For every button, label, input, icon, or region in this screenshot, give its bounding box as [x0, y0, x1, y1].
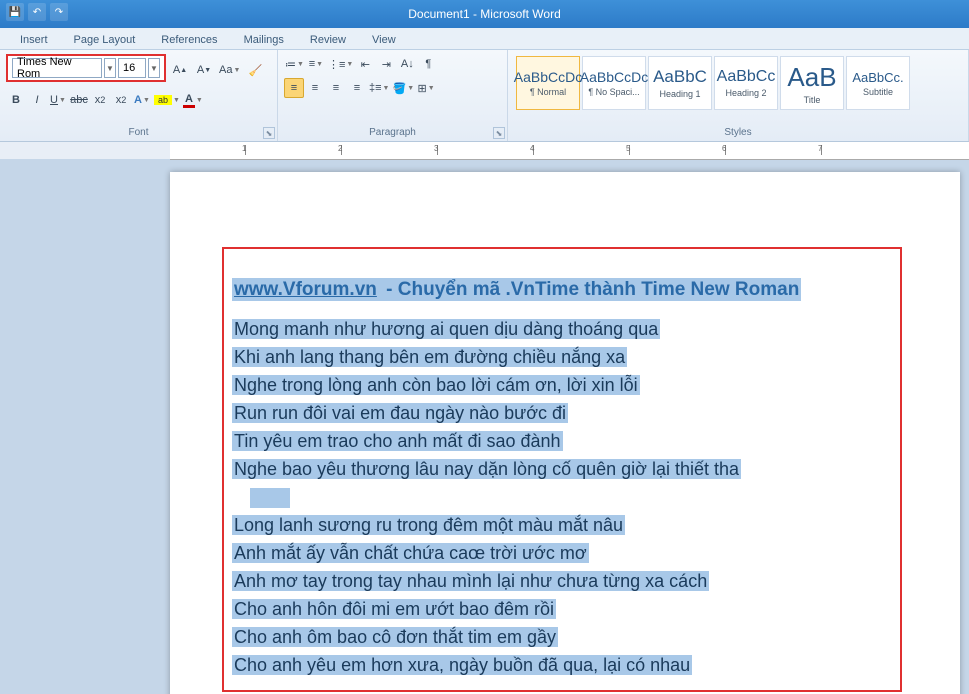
redo-icon[interactable]: ↷: [50, 3, 68, 21]
multilevel-list-button[interactable]: ⋮≡▼: [327, 54, 354, 74]
borders-button[interactable]: ⊞▼: [416, 78, 436, 98]
font-size-dropdown-icon[interactable]: ▼: [148, 58, 160, 78]
text-line: Cho anh hôn đôi mi em ướt bao đêm rồi: [232, 595, 892, 623]
style-item[interactable]: AaBTitle: [780, 56, 844, 110]
tab-view[interactable]: View: [360, 31, 408, 49]
numbering-button[interactable]: ≡▼: [306, 54, 326, 74]
decrease-indent-button[interactable]: ⇤: [355, 54, 375, 74]
align-left-button[interactable]: ≡: [284, 78, 304, 98]
shrink-font-button[interactable]: A▼: [194, 60, 214, 80]
paragraph-dialog-launcher-icon[interactable]: ⬊: [493, 127, 505, 139]
text-line: Nghe trong lòng anh còn bao lời cám ơn, …: [232, 371, 892, 399]
styles-gallery[interactable]: AaBbCcDc¶ NormalAaBbCcDc¶ No Spaci...AaB…: [514, 54, 962, 112]
tab-review[interactable]: Review: [298, 31, 358, 49]
style-item[interactable]: AaBbCcDc¶ No Spaci...: [582, 56, 646, 110]
styles-group-label: Styles: [514, 125, 962, 139]
font-dialog-launcher-icon[interactable]: ⬊: [263, 127, 275, 139]
paragraph-group-label: Paragraph: [284, 125, 501, 139]
style-item[interactable]: AaBbCcHeading 2: [714, 56, 778, 110]
text-line: Run run đôi vai em đau ngày nào bước đi: [232, 399, 892, 427]
increase-indent-button[interactable]: ⇥: [376, 54, 396, 74]
text-line: Anh mơ tay trong tay nhau mình lại như c…: [232, 567, 892, 595]
strikethrough-button[interactable]: abc: [69, 90, 89, 110]
font-name-dropdown-icon[interactable]: ▼: [104, 58, 116, 78]
font-name-combo[interactable]: Times New Rom: [12, 58, 102, 78]
text-line: Tin yêu em trao cho anh mất đi sao đành: [232, 427, 892, 455]
change-case-button[interactable]: Aa▼: [218, 60, 241, 80]
tab-page-layout[interactable]: Page Layout: [62, 31, 148, 49]
superscript-button[interactable]: x2: [111, 90, 131, 110]
style-item[interactable]: AaBbCc.Subtitle: [846, 56, 910, 110]
heading-rest: - Chuyển mã .VnTime thành Time New Roman: [379, 278, 801, 301]
font-color-button[interactable]: A▼: [182, 90, 204, 110]
shading-button[interactable]: 🪣▼: [391, 78, 415, 98]
text-line: Cho anh yêu em hơn xưa, ngày buồn đã qua…: [232, 651, 892, 679]
window-title: Document1 - Microsoft Word: [408, 7, 561, 21]
style-item[interactable]: AaBbCcDc¶ Normal: [516, 56, 580, 110]
sort-button[interactable]: A↓: [397, 54, 417, 74]
font-selector-highlight: Times New Rom ▼ 16 ▼: [6, 54, 166, 82]
content-highlight-frame: www.Vforum.vn - Chuyển mã .VnTime thành …: [222, 247, 902, 692]
italic-button[interactable]: I: [27, 90, 47, 110]
document-workspace: 1234567 www.Vforum.vn - Chuyển mã .VnTim…: [0, 142, 969, 694]
align-center-button[interactable]: ≡: [305, 78, 325, 98]
font-size-value: 16: [123, 62, 135, 74]
text-line: Nghe bao yêu thương lâu nay dặn lòng cố …: [232, 455, 892, 483]
heading-link[interactable]: www.Vforum.vn: [232, 278, 379, 301]
grow-font-button[interactable]: A▲: [170, 60, 190, 80]
line-spacing-button[interactable]: ‡≡▼: [368, 78, 390, 98]
text-line: Khi anh lang thang bên em đường chiều nắ…: [232, 343, 892, 371]
underline-button[interactable]: U▼: [48, 90, 68, 110]
ribbon: Times New Rom ▼ 16 ▼ A▲ A▼ Aa▼ 🧹 B I U▼ …: [0, 50, 969, 142]
horizontal-ruler[interactable]: 1234567: [170, 142, 969, 160]
align-right-button[interactable]: ≡: [326, 78, 346, 98]
paragraph-group: ≔▼ ≡▼ ⋮≡▼ ⇤ ⇥ A↓ ¶ ≡ ≡ ≡ ≡ ‡≡▼ 🪣▼ ⊞▼ Par…: [278, 50, 508, 141]
text-line: Anh mắt ấy vẫn chất chứa caœ trời ước mơ: [232, 539, 892, 567]
styles-group: AaBbCcDc¶ NormalAaBbCcDc¶ No Spaci...AaB…: [508, 50, 969, 141]
text-line: Long lanh sương ru trong đêm một màu mắt…: [232, 511, 892, 539]
tab-mailings[interactable]: Mailings: [232, 31, 296, 49]
title-bar: 💾 ↶ ↷ Document1 - Microsoft Word: [0, 0, 969, 28]
highlight-button[interactable]: ab▼: [153, 90, 181, 110]
subscript-button[interactable]: x2: [90, 90, 110, 110]
clear-formatting-button[interactable]: 🧹: [245, 60, 265, 80]
text-line: Mong manh như hương ai quen dịu dàng tho…: [232, 315, 892, 343]
ribbon-tabs: Insert Page Layout References Mailings R…: [0, 28, 969, 50]
bullets-button[interactable]: ≔▼: [284, 54, 305, 74]
font-name-value: Times New Rom: [17, 56, 97, 80]
font-group-label: Font: [6, 125, 271, 139]
font-size-combo[interactable]: 16: [118, 58, 146, 78]
document-heading: www.Vforum.vn - Chuyển mã .VnTime thành …: [232, 279, 892, 301]
text-effects-button[interactable]: A▼: [132, 90, 152, 110]
undo-icon[interactable]: ↶: [28, 3, 46, 21]
quick-access-toolbar: 💾 ↶ ↷: [6, 3, 68, 21]
justify-button[interactable]: ≡: [347, 78, 367, 98]
bold-button[interactable]: B: [6, 90, 26, 110]
save-icon[interactable]: 💾: [6, 3, 24, 21]
text-line: Cho anh ôm bao cô đơn thắt tim em gầy: [232, 623, 892, 651]
font-group: Times New Rom ▼ 16 ▼ A▲ A▼ Aa▼ 🧹 B I U▼ …: [0, 50, 278, 141]
show-marks-button[interactable]: ¶: [418, 54, 438, 74]
document-body-text[interactable]: Mong manh như hương ai quen dịu dàng tho…: [232, 315, 892, 679]
text-line: [232, 483, 892, 511]
tab-insert[interactable]: Insert: [8, 31, 60, 49]
document-page[interactable]: www.Vforum.vn - Chuyển mã .VnTime thành …: [170, 172, 960, 694]
style-item[interactable]: AaBbCHeading 1: [648, 56, 712, 110]
tab-references[interactable]: References: [149, 31, 229, 49]
